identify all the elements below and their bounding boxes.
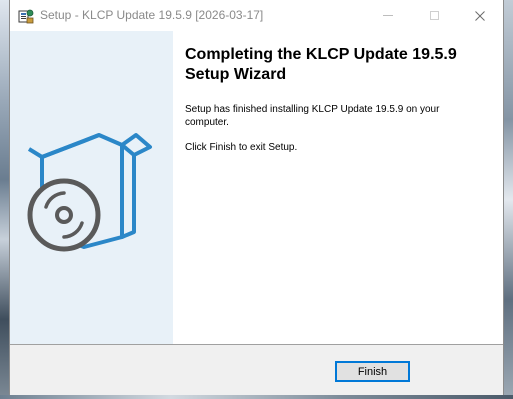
minimize-icon xyxy=(383,15,393,16)
desktop-background-left xyxy=(0,0,9,399)
window-title: Setup - KLCP Update 19.5.9 [2026-03-17] xyxy=(40,8,264,22)
desktop-background-bottom xyxy=(0,395,513,399)
exit-instruction: Click Finish to exit Setup. xyxy=(185,142,298,153)
completion-message: Setup has finished installing KLCP Updat… xyxy=(185,104,440,128)
software-box-with-disc-icon xyxy=(27,133,152,252)
wizard-footer: Finish xyxy=(10,344,503,395)
title-bar[interactable]: Setup - KLCP Update 19.5.9 [2026-03-17] xyxy=(10,0,503,31)
close-button[interactable] xyxy=(457,0,503,31)
maximize-icon xyxy=(429,11,439,20)
wizard-side-panel xyxy=(10,31,173,344)
maximize-button[interactable] xyxy=(411,0,457,31)
finish-button[interactable]: Finish xyxy=(335,361,410,382)
desktop-background-right xyxy=(504,0,513,399)
setup-app-icon xyxy=(18,8,34,24)
close-icon xyxy=(475,10,485,21)
minimize-button[interactable] xyxy=(365,0,411,31)
wizard-content: Completing the KLCP Update 19.5.9 Setup … xyxy=(10,31,503,344)
page-title: Completing the KLCP Update 19.5.9 Setup … xyxy=(185,46,457,83)
setup-window: Setup - KLCP Update 19.5.9 [2026-03-17] xyxy=(9,0,504,395)
